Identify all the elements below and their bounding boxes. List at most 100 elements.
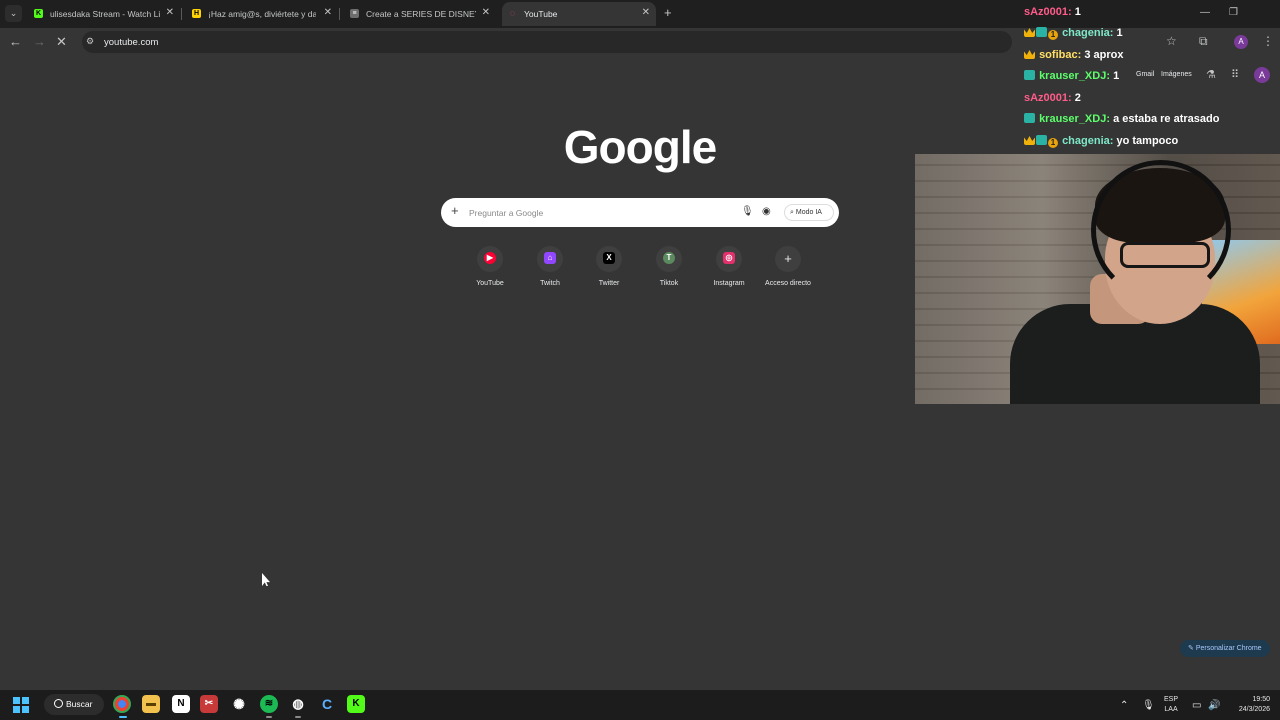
tiktok-letter-icon: T (663, 252, 675, 265)
site-settings-icon[interactable]: ⚙ (86, 36, 94, 47)
input-language-indicator[interactable]: ESP LAA (1164, 695, 1178, 715)
mouse-pointer-icon (262, 573, 270, 586)
tab-close-icon[interactable]: ✕ (166, 7, 174, 18)
webcam-overlay (915, 154, 1280, 404)
shortcut-twitter[interactable]: X Twitter (578, 246, 642, 292)
crown-badge-icon (1024, 28, 1035, 37)
taskbar-search-button[interactable]: Buscar (44, 694, 104, 715)
chat-text: 1 (1074, 6, 1081, 18)
tab-title: YouTube (524, 9, 558, 19)
chat-message: krauser_XDJ: 1 (1024, 70, 1119, 86)
windows-taskbar (0, 690, 1280, 720)
chat-message: 1 chagenia: yo tampoco (1024, 135, 1178, 151)
youtube-icon: ▶ (484, 252, 496, 265)
tab-series-disney[interactable]: ≡ Create a SERIES DE DISNEY CH ✕ (344, 2, 496, 26)
bookmark-star-icon[interactable]: ☆ (1166, 34, 1177, 48)
language-code: ESP (1164, 696, 1179, 703)
shortcut-instagram[interactable]: ◎ Instagram (698, 246, 762, 292)
shortcut-youtube[interactable]: ▶ YouTube (459, 246, 523, 292)
shortcut-label: Tiktok (659, 280, 679, 287)
new-tab-plus-icon[interactable]: + (664, 5, 672, 20)
notion-icon[interactable]: N (172, 695, 190, 713)
labs-flask-icon[interactable]: ⚗ (1206, 68, 1216, 81)
x-icon: X (603, 252, 615, 265)
shortcut-twitch[interactable]: ⌂ Twitch (519, 246, 583, 292)
tab-close-icon[interactable]: ✕ (324, 7, 332, 18)
chat-message: sofibac: 3 aprox (1024, 49, 1123, 65)
snipping-tool-icon[interactable]: ✂ (200, 695, 218, 713)
shortcut-label: Instagram (713, 280, 745, 287)
tab-search-chevron-icon[interactable]: ⌄ (5, 5, 22, 22)
microphone-tray-icon[interactable]: 🎙 (1142, 700, 1155, 711)
chatgpt-icon[interactable]: ✺ (230, 695, 248, 713)
instagram-icon: ◎ (723, 252, 735, 265)
tab-haz-amigos[interactable]: H ¡Haz amig@s, diviértete y date ✕ (186, 2, 338, 26)
document-icon: ≡ (350, 9, 359, 18)
file-explorer-icon[interactable]: ▬ (142, 695, 160, 713)
clock-time: 19:50 (1252, 696, 1270, 703)
url-text[interactable]: youtube.com (104, 37, 158, 48)
volume-icon[interactable]: 🔊 (1208, 700, 1220, 711)
obs-studio-icon[interactable]: ◍ (289, 695, 307, 713)
ai-mode-button[interactable]: ⌕ Modo IA (784, 204, 834, 221)
running-app-indicator (266, 716, 272, 718)
tab-youtube[interactable]: ◌ YouTube ✕ (502, 2, 656, 26)
add-attachment-icon[interactable]: + (451, 203, 459, 218)
search-icon (54, 699, 63, 708)
vip-badge-icon (1024, 113, 1035, 123)
shortcut-tile: ◎ (716, 246, 742, 272)
crown-badge-icon (1024, 50, 1035, 59)
network-icon[interactable]: ▭ (1192, 700, 1201, 711)
shortcut-label: Acceso directo (765, 280, 811, 287)
kick-icon: K (34, 9, 43, 18)
capcut-icon[interactable]: C (318, 695, 336, 713)
chat-message: sAz0001: 1 (1024, 6, 1081, 22)
shortcut-tiktok[interactable]: T Tiktok (638, 246, 702, 292)
customize-chrome-button[interactable]: ✎ Personalizar Chrome (1180, 640, 1270, 657)
chat-text: yo tampoco (1116, 135, 1179, 147)
tab-divider (339, 8, 340, 20)
microphone-icon[interactable]: 🎙 (741, 206, 754, 217)
twitch-icon: ⌂ (544, 252, 556, 265)
restore-icon[interactable]: ❐ (1229, 7, 1238, 18)
address-bar[interactable] (82, 31, 1012, 53)
extensions-puzzle-icon[interactable]: ⧉ (1199, 34, 1208, 49)
taskbar-clock[interactable]: 19:50 24/3/2026 (1226, 695, 1270, 715)
tab-title: ¡Haz amig@s, diviértete y date (208, 9, 316, 19)
webcam-headset (1091, 160, 1231, 300)
show-hidden-icons-chevron-icon[interactable]: ⌃ (1120, 700, 1128, 711)
tab-ulisesdaka[interactable]: K ulisesdaka Stream - Watch Live ✕ (28, 2, 180, 26)
forward-arrow-icon[interactable]: → (33, 34, 46, 49)
tab-divider (181, 8, 182, 20)
images-link[interactable]: Imágenes (1161, 71, 1192, 78)
chat-text: 1 (1116, 27, 1123, 39)
kick-app-icon[interactable]: K (347, 695, 365, 713)
profile-avatar[interactable]: A (1234, 35, 1248, 49)
windows-start-icon[interactable] (13, 697, 29, 713)
shortcut-add[interactable]: + Acceso directo (757, 246, 821, 292)
shortcut-tile: ⌂ (537, 246, 563, 272)
menu-kebab-icon[interactable]: ⋮ (1262, 34, 1274, 48)
chrome-app-icon[interactable] (113, 695, 131, 713)
vip-badge-icon (1036, 135, 1047, 145)
google-lens-icon[interactable]: ◉ (762, 206, 771, 217)
shortcut-tile: X (596, 246, 622, 272)
one-month-badge-icon: 1 (1048, 138, 1058, 148)
stop-loading-icon[interactable]: ✕ (56, 34, 67, 50)
shortcut-label: Twitter (598, 280, 620, 287)
apps-grid-icon[interactable]: ⠿ (1231, 68, 1239, 81)
gmail-link[interactable]: Gmail (1136, 71, 1154, 78)
minimize-icon[interactable]: — (1200, 7, 1210, 18)
back-arrow-icon[interactable]: ← (9, 34, 22, 49)
search-placeholder[interactable]: Preguntar a Google (469, 208, 543, 218)
chat-text: 2 (1074, 92, 1081, 104)
spotify-icon[interactable]: ≋ (260, 695, 278, 713)
chat-text: a estaba re atrasado (1113, 113, 1220, 125)
crown-badge-icon (1024, 136, 1035, 145)
tab-close-icon[interactable]: ✕ (642, 7, 650, 18)
tab-close-icon[interactable]: ✕ (482, 7, 490, 18)
keyboard-layout: LAA (1164, 706, 1178, 713)
account-avatar[interactable]: A (1254, 67, 1270, 83)
chat-text: 1 (1113, 70, 1120, 82)
chat-username: krauser_XDJ: (1039, 70, 1110, 82)
